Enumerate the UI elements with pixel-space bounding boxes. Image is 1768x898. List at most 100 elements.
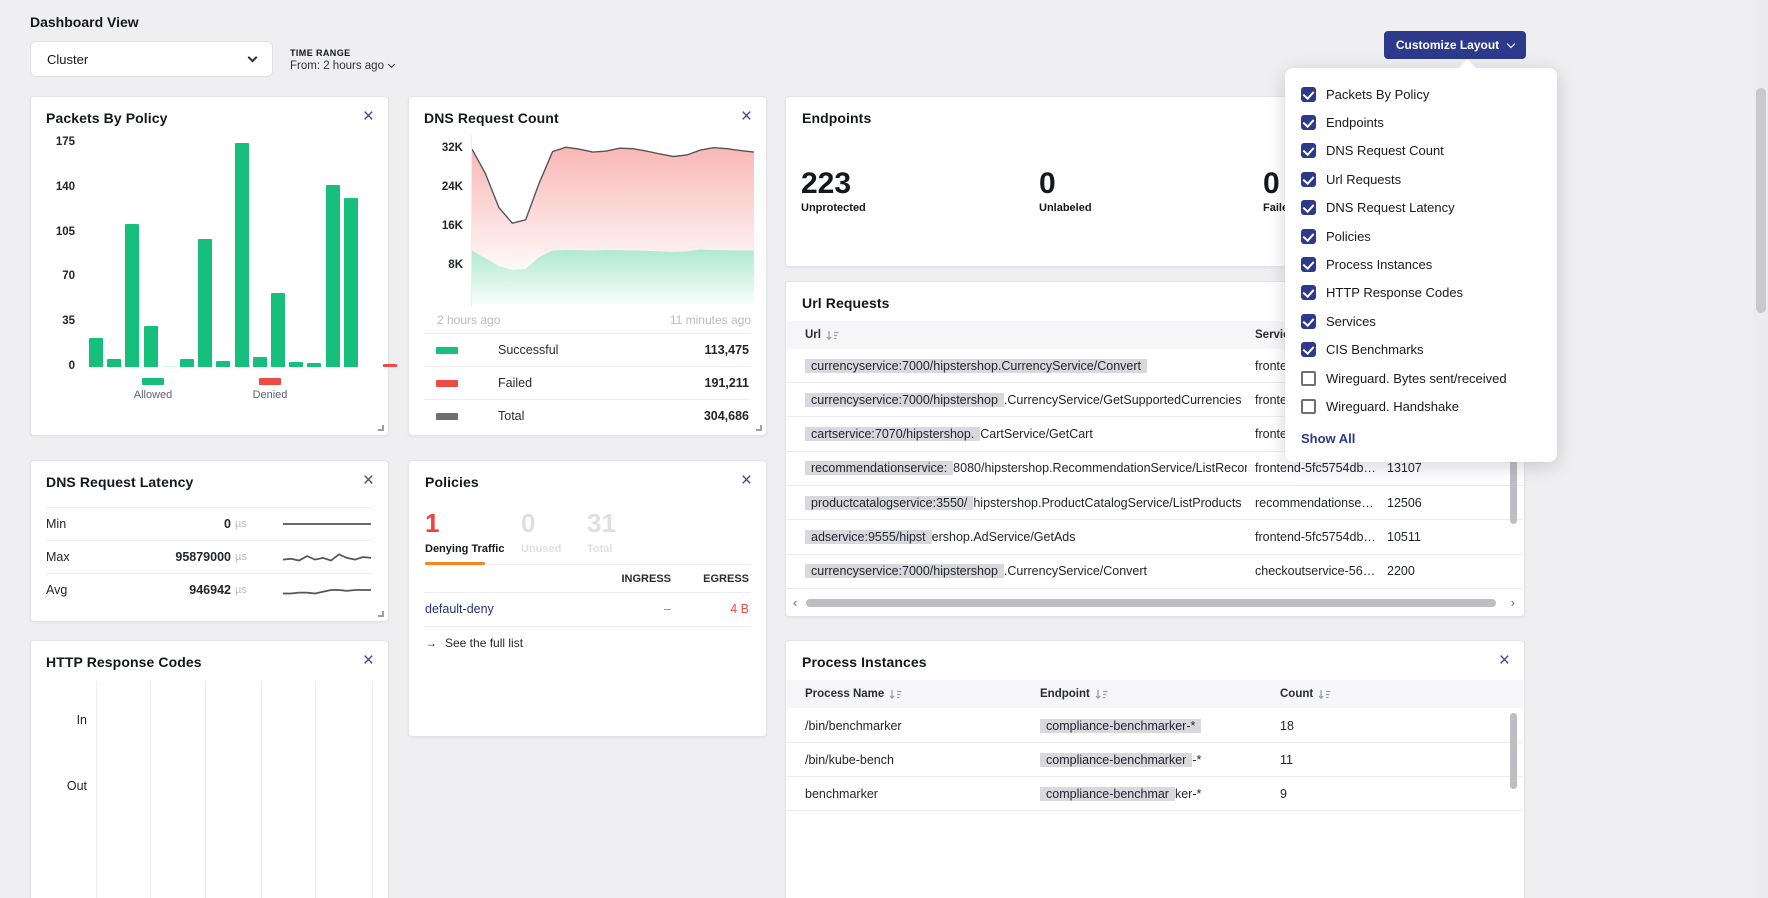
column-header-count[interactable]: Count: [1280, 688, 1331, 700]
customize-layout-button[interactable]: Customize Layout: [1384, 31, 1526, 59]
menu-item[interactable]: Url Requests: [1285, 165, 1557, 193]
bar-allowed: [235, 143, 249, 367]
view-selector-value: Cluster: [47, 52, 249, 67]
scroll-left-icon[interactable]: ‹: [793, 596, 797, 610]
checkbox[interactable]: [1301, 87, 1316, 102]
menu-item[interactable]: Wireguard. Handshake: [1285, 392, 1557, 420]
menu-item[interactable]: Process Instances: [1285, 250, 1557, 278]
endpoint-metric: 223 Unprotected: [801, 169, 866, 214]
time-range-value[interactable]: From: 2 hours ago: [290, 60, 394, 72]
count-cell: 18: [1280, 719, 1370, 733]
latency-value: 95879000: [106, 550, 231, 564]
close-icon[interactable]: ×: [363, 651, 374, 670]
resize-handle[interactable]: [378, 611, 384, 617]
policies-tab[interactable]: 31 Total: [587, 509, 616, 555]
close-icon[interactable]: ×: [741, 471, 752, 490]
checkbox[interactable]: [1301, 257, 1316, 272]
policies-tab[interactable]: 0 Unused: [521, 509, 561, 555]
legend-value: 113,475: [705, 343, 750, 357]
service-cell: checkoutservice-56…: [1255, 564, 1381, 578]
checkbox[interactable]: [1301, 172, 1316, 187]
menu-item[interactable]: Wireguard. Bytes sent/received: [1285, 364, 1557, 392]
policy-row[interactable]: default-deny – 4 B: [424, 593, 751, 627]
y-tick-label: 175: [43, 136, 75, 148]
url-highlight: currencyservice:7000/hipstershop: [805, 564, 1004, 578]
metric-value: 223: [801, 169, 866, 199]
page-scrollbar[interactable]: [1754, 0, 1768, 898]
bar-allowed: [253, 357, 267, 367]
customize-layout-label: Customize Layout: [1396, 38, 1499, 52]
close-icon[interactable]: ×: [363, 471, 374, 490]
menu-item[interactable]: HTTP Response Codes: [1285, 279, 1557, 307]
process-name-cell: /bin/kube-bench: [805, 753, 1033, 767]
scroll-right-icon[interactable]: ›: [1511, 596, 1515, 610]
resize-handle[interactable]: [378, 425, 384, 431]
metric-label: Unlabeled: [1039, 202, 1092, 214]
policies-tab[interactable]: 1 Denying Traffic: [425, 509, 504, 555]
page-scrollbar-thumb[interactable]: [1756, 88, 1766, 313]
column-header-process-name[interactable]: Process Name: [805, 688, 902, 700]
column-header-endpoint[interactable]: Endpoint: [1040, 688, 1108, 700]
url-rest: CartService/GetCart: [980, 427, 1093, 441]
checkbox[interactable]: [1301, 115, 1316, 130]
latency-unit: µs: [235, 584, 255, 596]
menu-item[interactable]: DNS Request Count: [1285, 137, 1557, 165]
card-title: Packets By Policy: [46, 110, 168, 126]
view-selector-dropdown[interactable]: Cluster: [30, 41, 273, 77]
menu-item[interactable]: Endpoints: [1285, 108, 1557, 136]
see-full-list-link[interactable]: → See the full list: [425, 636, 523, 650]
menu-item[interactable]: DNS Request Latency: [1285, 194, 1557, 222]
close-icon[interactable]: ×: [363, 107, 374, 126]
y-tick-label: 0: [43, 360, 75, 372]
menu-item[interactable]: Packets By Policy: [1285, 80, 1557, 108]
horizontal-scrollbar[interactable]: ‹ ›: [786, 596, 1524, 610]
area-chart: [472, 137, 754, 305]
customize-layout-menu: Packets By Policy Endpoints DNS Request …: [1285, 68, 1557, 462]
checkbox[interactable]: [1301, 285, 1316, 300]
horizontal-scroll-thumb[interactable]: [806, 599, 1496, 607]
policy-name-link[interactable]: default-deny: [425, 602, 494, 616]
checkbox[interactable]: [1301, 371, 1316, 386]
bar-allowed: [144, 326, 158, 367]
close-icon[interactable]: ×: [1499, 651, 1510, 670]
menu-item[interactable]: CIS Benchmarks: [1285, 336, 1557, 364]
table-row[interactable]: currencyservice:7000/hipstershop.Currenc…: [787, 555, 1523, 589]
checkbox[interactable]: [1301, 229, 1316, 244]
bar-allowed: [107, 359, 121, 367]
checkbox[interactable]: [1301, 399, 1316, 414]
y-tick-label: 105: [43, 226, 75, 238]
tab-label: Total: [587, 543, 616, 555]
service-cell: recommendationse…: [1255, 496, 1381, 510]
table-row[interactable]: /bin/benchmarker compliance-benchmarker-…: [787, 709, 1523, 743]
menu-item-label: Policies: [1326, 229, 1371, 244]
checkbox[interactable]: [1301, 200, 1316, 215]
resize-handle[interactable]: [756, 425, 762, 431]
show-all-link[interactable]: Show All: [1301, 431, 1355, 446]
menu-item-label: Packets By Policy: [1326, 87, 1429, 102]
denied-legend-swatch: [259, 378, 281, 385]
tab-value: 0: [521, 509, 561, 537]
dns-request-count-card: DNS Request Count × 32K24K16K8K 2 hours …: [408, 96, 767, 436]
checkbox[interactable]: [1301, 314, 1316, 329]
grid-line: [96, 681, 97, 898]
vertical-scrollbar[interactable]: [1510, 713, 1517, 789]
latency-label: Min: [46, 517, 106, 531]
vertical-scrollbar[interactable]: [1510, 458, 1517, 524]
table-row[interactable]: /bin/kube-bench compliance-benchmarker-*…: [787, 743, 1523, 777]
sort-icon: [889, 689, 902, 700]
table-row[interactable]: productcatalogservice:3550/hipstershop.P…: [787, 486, 1523, 520]
menu-item[interactable]: Policies: [1285, 222, 1557, 250]
column-header-url[interactable]: Url: [805, 329, 839, 341]
bar-denied: [383, 364, 397, 367]
url-highlight: currencyservice:7000/hipstershop: [805, 393, 1004, 407]
bar-allowed: [289, 362, 303, 367]
menu-item[interactable]: Services: [1285, 307, 1557, 335]
table-row[interactable]: adservice:9555/hipstershop.AdService/Get…: [787, 521, 1523, 555]
close-icon[interactable]: ×: [741, 107, 752, 126]
checkbox[interactable]: [1301, 143, 1316, 158]
count-cell: 2200: [1387, 564, 1477, 578]
table-row[interactable]: benchmarker compliance-benchmarker-* 9: [787, 777, 1523, 811]
legend-name: Successful: [498, 343, 705, 357]
checkbox[interactable]: [1301, 342, 1316, 357]
service-cell: frontend-5fc5754db…: [1255, 530, 1381, 544]
